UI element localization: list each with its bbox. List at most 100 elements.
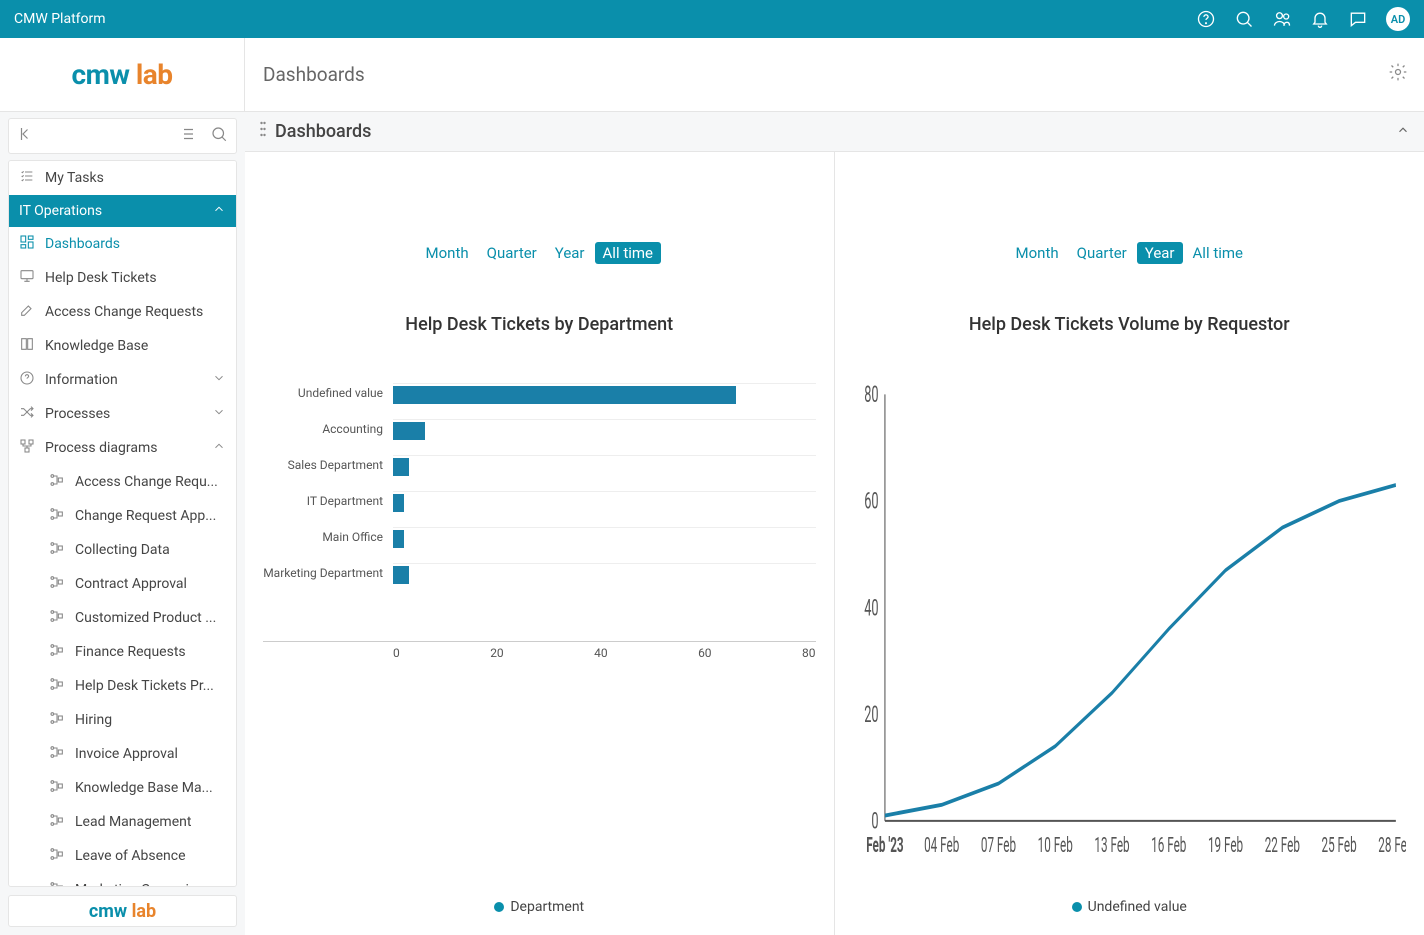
y-tick: 0 — [871, 808, 878, 835]
flow-icon — [49, 608, 65, 628]
bar-track — [393, 527, 816, 547]
x-tick: 22 Feb — [1264, 833, 1299, 858]
sidebar-item-dashboards[interactable]: Dashboards — [9, 227, 236, 261]
sidebar-item-information[interactable]: Information — [9, 363, 236, 397]
bar-fill[interactable] — [393, 422, 425, 440]
logo-part1: cmw — [71, 58, 129, 91]
time-tab-quarter[interactable]: Quarter — [479, 242, 545, 264]
flow-icon — [49, 540, 65, 560]
help-icon[interactable] — [1196, 9, 1216, 29]
sidebar-item-my-tasks[interactable]: My Tasks — [9, 161, 236, 195]
sidebar-item-hiring[interactable]: Hiring — [9, 703, 236, 737]
sidebar-item-customized-product[interactable]: Customized Product ... — [9, 601, 236, 635]
legend-dot-icon — [1072, 902, 1082, 912]
sidebar-item-label: Processes — [45, 406, 202, 422]
bar-label: Accounting — [263, 422, 383, 436]
line-series[interactable] — [884, 485, 1395, 816]
sidebar-item-access-change-requ[interactable]: Access Change Requ... — [9, 465, 236, 499]
bar-fill[interactable] — [393, 386, 736, 404]
bar-label: Sales Department — [263, 458, 383, 472]
bar-row: IT Department — [393, 483, 816, 519]
sidebar-tools — [8, 118, 237, 154]
sidebar-item-change-request-app[interactable]: Change Request App... — [9, 499, 236, 533]
sidebar-item-access-change-requests[interactable]: Access Change Requests — [9, 295, 236, 329]
x-tick: 20 — [490, 646, 504, 660]
x-tick: 10 Feb — [1037, 833, 1072, 858]
line-chart: 020406080Feb '2304 Feb07 Feb10 Feb13 Feb… — [853, 375, 1407, 879]
sidebar-item-help-desk-tickets[interactable]: Help Desk Tickets — [9, 261, 236, 295]
sidebar-item-help-desk-tickets-pr[interactable]: Help Desk Tickets Pr... — [9, 669, 236, 703]
x-tick: 19 Feb — [1207, 833, 1242, 858]
chart-title-2: Help Desk Tickets Volume by Requestor — [853, 314, 1407, 335]
sidebar: My Tasks IT Operations Dashboards Help Desk… — [0, 112, 245, 935]
y-tick: 40 — [864, 594, 878, 621]
sidebar-item-label: Access Change Requ... — [75, 474, 226, 490]
legend-1: Department — [263, 899, 816, 915]
search-icon[interactable] — [1234, 9, 1254, 29]
sidebar-item-label: Process diagrams — [45, 440, 202, 456]
legend-label-2: Undefined value — [1088, 899, 1187, 915]
main-header: Dashboards — [245, 112, 1424, 152]
sidebar-item-finance-requests[interactable]: Finance Requests — [9, 635, 236, 669]
shuffle-icon — [19, 404, 35, 424]
main: Dashboards MonthQuarterYearAll time Help… — [245, 112, 1424, 935]
x-tick: Feb '23 — [866, 833, 904, 858]
bar-fill[interactable] — [393, 530, 404, 548]
chevron-up-icon — [212, 439, 226, 457]
collapse-section-icon[interactable] — [1396, 123, 1410, 141]
sidebar-item-label: Customized Product ... — [75, 610, 226, 626]
time-tab-year[interactable]: Year — [547, 242, 593, 264]
gear-icon[interactable] — [1388, 62, 1408, 87]
flow-icon — [49, 472, 65, 492]
sidebar-item-processes[interactable]: Processes — [9, 397, 236, 431]
bar-fill[interactable] — [393, 494, 404, 512]
sidebar-item-label: Help Desk Tickets Pr... — [75, 678, 226, 694]
footer-logo[interactable]: cmw lab — [8, 895, 237, 927]
sidebar-item-marketing-campaign[interactable]: Marketing Campaign... — [9, 873, 236, 887]
bar-fill[interactable] — [393, 458, 409, 476]
sidebar-item-label: Dashboards — [45, 236, 226, 252]
time-tabs-1: MonthQuarterYearAll time — [263, 242, 816, 264]
time-tab-quarter[interactable]: Quarter — [1069, 242, 1135, 264]
body: My Tasks IT Operations Dashboards Help Desk… — [0, 112, 1424, 935]
chevron-down-icon — [212, 405, 226, 423]
dashboard-icon — [19, 234, 35, 254]
sidebar-item-knowledge-base-ma[interactable]: Knowledge Base Ma... — [9, 771, 236, 805]
sidebar-item-lead-management[interactable]: Lead Management — [9, 805, 236, 839]
sidebar-item-process-diagrams[interactable]: Process diagrams — [9, 431, 236, 465]
bell-icon[interactable] — [1310, 9, 1330, 29]
search-sidebar-icon[interactable] — [210, 125, 228, 147]
bar-row: Accounting — [393, 411, 816, 447]
sidebar-item-leave-of-absence[interactable]: Leave of Absence — [9, 839, 236, 873]
x-tick: 16 Feb — [1151, 833, 1186, 858]
bar-chart: Undefined valueAccountingSales Departmen… — [263, 375, 816, 879]
time-tab-year[interactable]: Year — [1137, 242, 1183, 264]
sidebar-item-label: Leave of Absence — [75, 848, 226, 864]
logo-part2: lab — [136, 58, 173, 91]
x-tick: 28 Feb — [1378, 833, 1406, 858]
time-tab-month[interactable]: Month — [1008, 242, 1067, 264]
avatar[interactable]: AD — [1386, 7, 1410, 31]
list-icon[interactable] — [178, 125, 196, 147]
sidebar-item-contract-approval[interactable]: Contract Approval — [9, 567, 236, 601]
sidebar-item-it-operations[interactable]: IT Operations — [9, 195, 236, 227]
sidebar-item-collecting-data[interactable]: Collecting Data — [9, 533, 236, 567]
logo[interactable]: cmw lab — [0, 38, 245, 111]
sidebar-item-label: IT Operations — [19, 203, 202, 219]
x-tick: 0 — [393, 646, 400, 660]
sidebar-item-invoice-approval[interactable]: Invoice Approval — [9, 737, 236, 771]
users-icon[interactable] — [1272, 9, 1292, 29]
x-tick: 60 — [698, 646, 712, 660]
flow-icon — [49, 812, 65, 832]
time-tab-all-time[interactable]: All time — [1185, 242, 1251, 264]
time-tab-all-time[interactable]: All time — [595, 242, 661, 264]
drag-handle-icon[interactable] — [259, 121, 267, 142]
collapse-sidebar-icon[interactable] — [17, 125, 35, 147]
chat-icon[interactable] — [1348, 9, 1368, 29]
time-tab-month[interactable]: Month — [418, 242, 477, 264]
sidebar-item-knowledge-base[interactable]: Knowledge Base — [9, 329, 236, 363]
bar-fill[interactable] — [393, 566, 409, 584]
dashboard-panel-1: MonthQuarterYearAll time Help Desk Ticke… — [245, 152, 835, 935]
sidebar-item-label: Information — [45, 372, 202, 388]
diagram-icon — [19, 438, 35, 458]
